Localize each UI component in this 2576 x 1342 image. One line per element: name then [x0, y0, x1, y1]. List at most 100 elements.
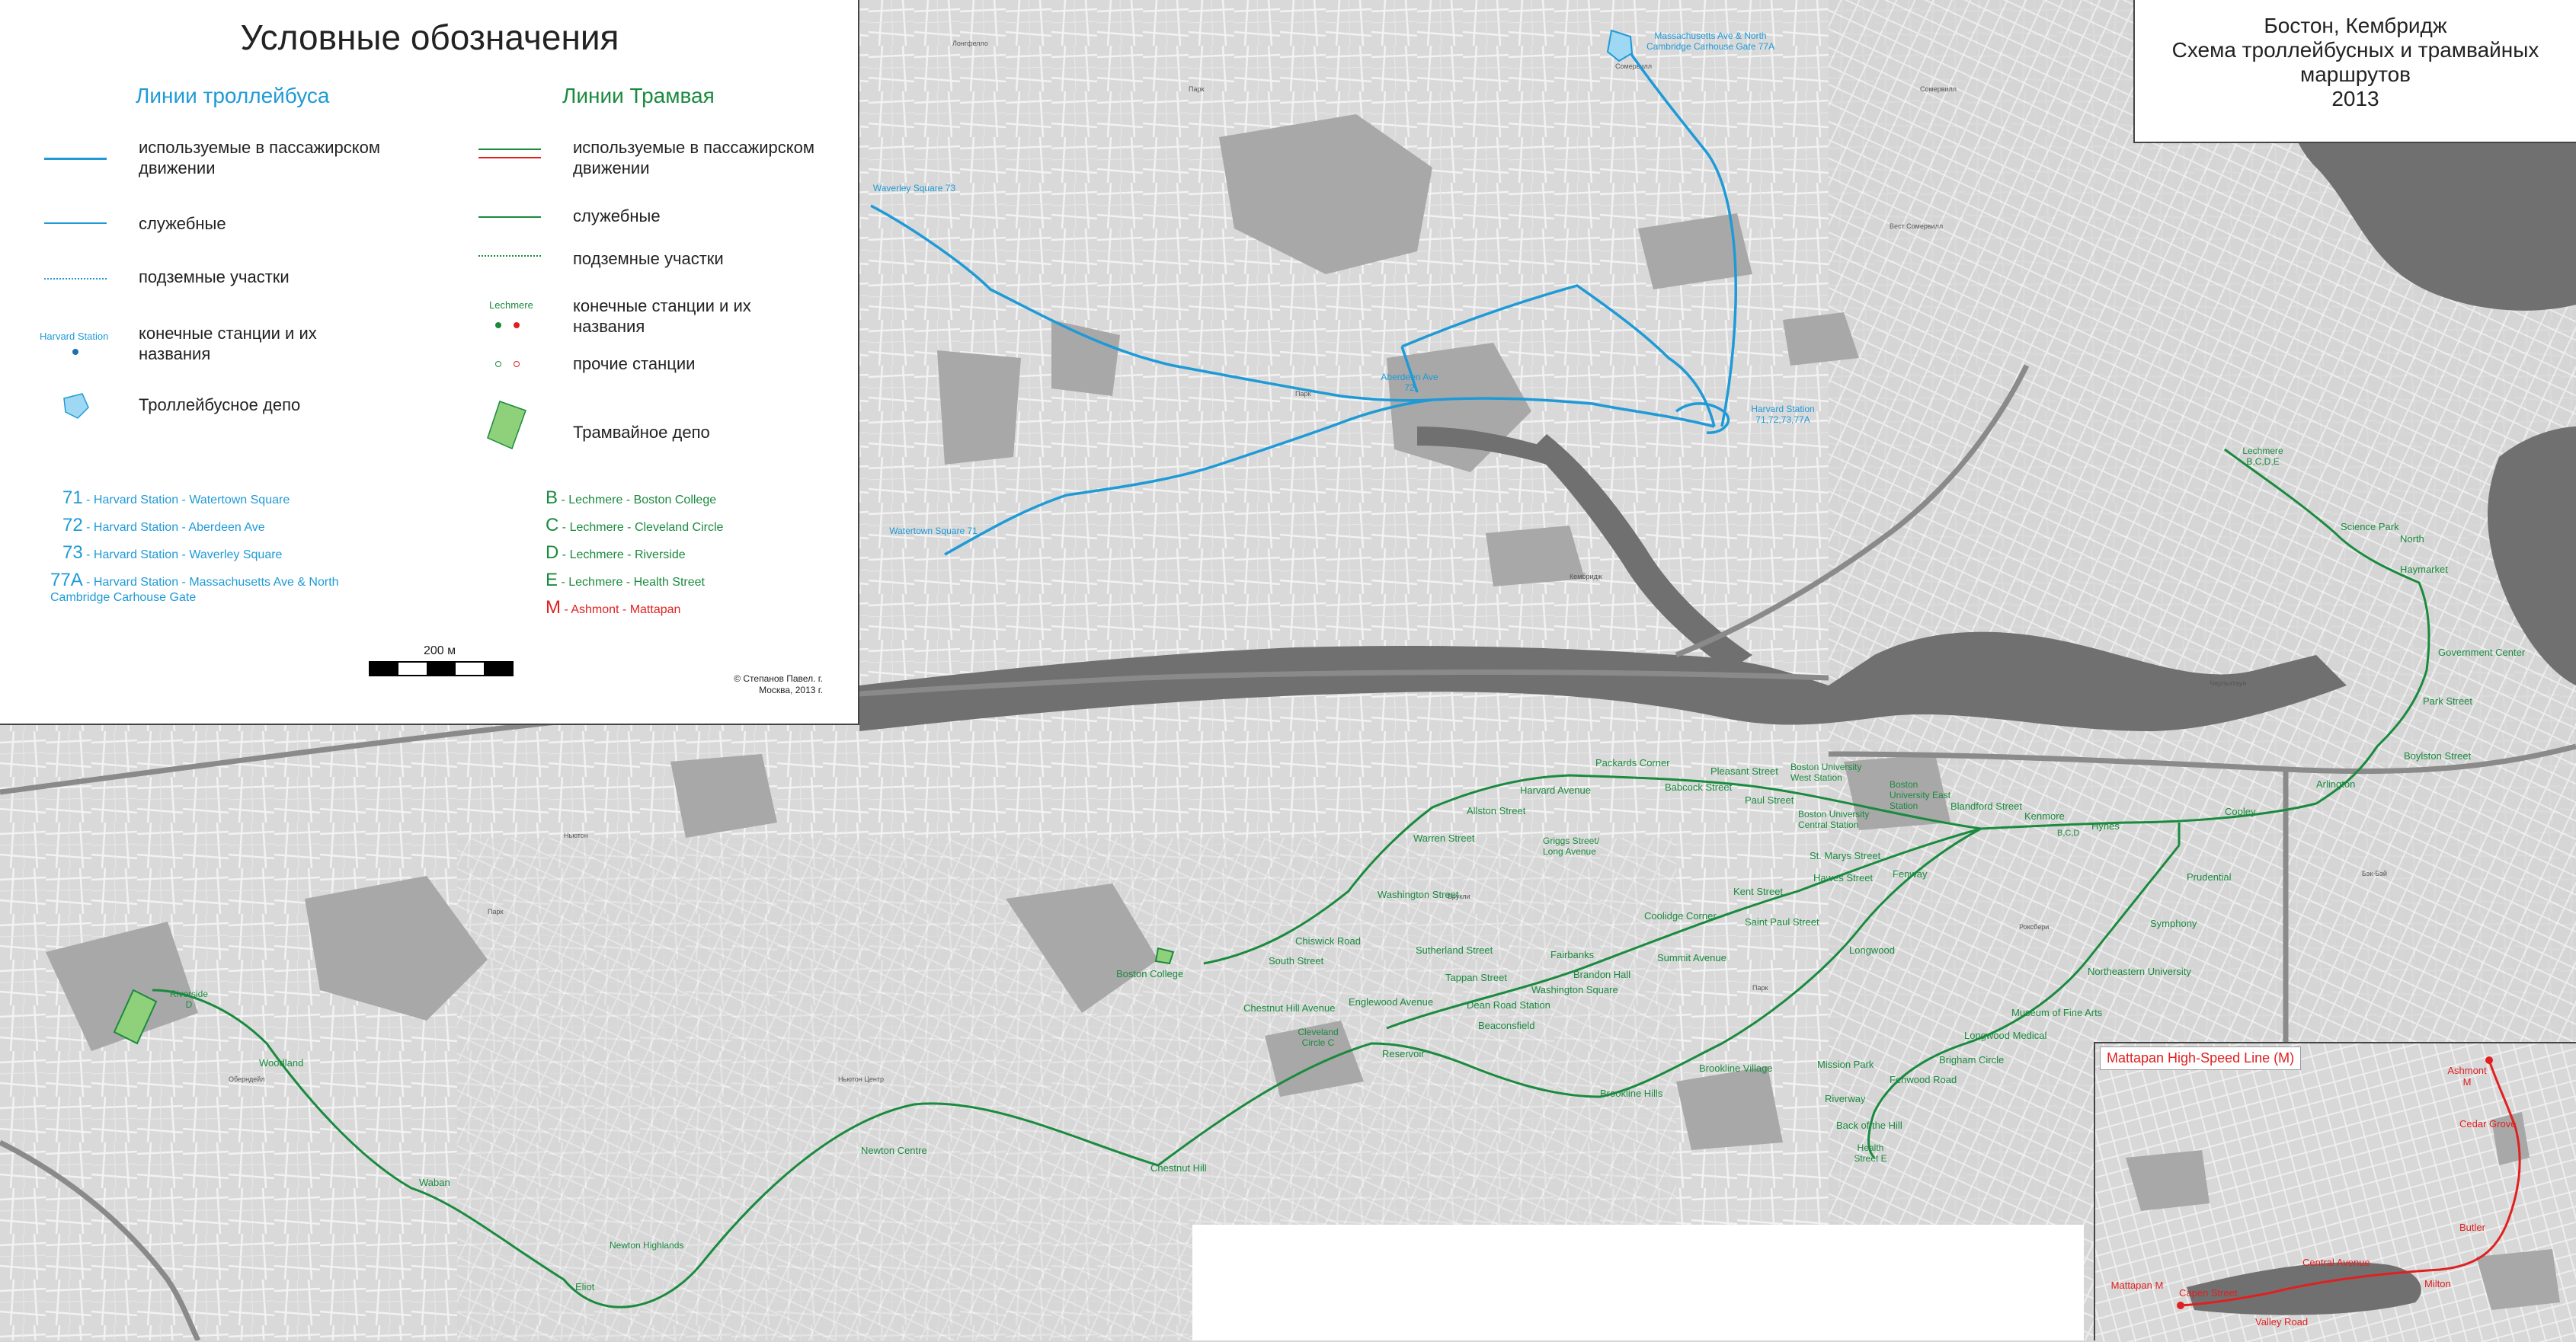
tram-station-label[interactable]: Griggs Street/ Long Avenue: [1543, 836, 1604, 857]
tram-station-label[interactable]: Riverway: [1825, 1093, 1865, 1104]
tram-station-label[interactable]: Saint Paul Street: [1745, 916, 1819, 928]
tram-station-label[interactable]: Hawes Street: [1813, 872, 1873, 883]
tram-station-label[interactable]: Copley: [2225, 806, 2255, 817]
tram-station-label[interactable]: Boston University West Station: [1790, 762, 1874, 783]
legend-mattapan-terminal-dot: [514, 322, 520, 328]
tram-route-row: D - Lechmere - Riverside: [546, 542, 686, 563]
tram-station-label[interactable]: Summit Avenue: [1657, 952, 1726, 963]
tram-station-label[interactable]: Boylston Street: [2404, 750, 2471, 762]
legend-trolley-terminal-dot: [72, 349, 78, 355]
tram-station-label[interactable]: Chestnut Hill: [1150, 1162, 1207, 1174]
tram-station-label[interactable]: Brookline Village: [1699, 1062, 1773, 1074]
legend-tram-heading: Линии Трамвая: [562, 84, 715, 107]
tram-station-label[interactable]: Newton Centre: [861, 1145, 927, 1156]
tram-station-label[interactable]: St. Marys Street: [1810, 850, 1880, 861]
tram-station-label[interactable]: Washington Square: [1531, 984, 1618, 995]
legend-tram-underground-line: [478, 255, 541, 257]
tram-station-label[interactable]: Kenmore: [2024, 810, 2065, 822]
tram-station-label[interactable]: Allston Street: [1467, 805, 1525, 816]
tram-station-label[interactable]: Longwood: [1849, 944, 1895, 956]
tram-station-label[interactable]: Sutherland Street: [1416, 944, 1493, 956]
tram-station-label[interactable]: Boston University East Station: [1890, 779, 1958, 811]
tram-station-label[interactable]: Cleveland Circle C: [1288, 1027, 1349, 1048]
tram-station-label[interactable]: Science Park: [2341, 521, 2399, 532]
tram-station-label[interactable]: Waban: [419, 1177, 450, 1188]
tram-station-label[interactable]: Arlington: [2316, 778, 2355, 790]
tram-station-label[interactable]: Reservoir: [1382, 1048, 1425, 1059]
mattapan-station-label[interactable]: Central Avenue: [2302, 1257, 2370, 1268]
legend-trolley-depot-text: Троллейбусное депо: [139, 395, 301, 414]
tram-station-label[interactable]: Beaconsfield: [1478, 1020, 1534, 1031]
title-line-2: Схема троллейбусных и трамвайных: [2171, 38, 2539, 62]
tram-station-label[interactable]: Coolidge Corner: [1644, 910, 1717, 922]
title-panel: Бостон, Кембридж Схема троллейбусных и т…: [2133, 0, 2576, 143]
tram-station-label[interactable]: Warren Street: [1413, 832, 1474, 844]
tram-station-label[interactable]: Newton Highlands: [610, 1240, 693, 1251]
mattapan-station-label[interactable]: Capen Street: [2179, 1287, 2238, 1299]
trolley-station-label[interactable]: Aberdeen Ave 72: [1375, 372, 1444, 393]
tram-station-label[interactable]: Haymarket: [2400, 564, 2448, 575]
tram-station-label[interactable]: Government Center: [2438, 647, 2525, 658]
mattapan-station-label[interactable]: Milton: [2424, 1278, 2451, 1289]
tram-station-label[interactable]: Chiswick Road: [1295, 935, 1361, 947]
tram-station-label[interactable]: Hynes: [2091, 820, 2120, 832]
tram-station-label[interactable]: Longwood Medical: [1964, 1030, 2046, 1041]
tram-station-label[interactable]: Prudential: [2187, 871, 2232, 883]
tram-station-label[interactable]: North: [2400, 533, 2424, 545]
trolley-station-label[interactable]: Massachusetts Ave & North Cambridge Carh…: [1638, 30, 1783, 52]
tram-station-label[interactable]: Fenway: [1893, 868, 1928, 880]
tram-station-label[interactable]: Back of the Hill: [1836, 1120, 1902, 1131]
tram-station-label[interactable]: Boston College: [1116, 968, 1183, 979]
mattapan-inset: Mattapan High-Speed Line (M) Ashmont M C…: [2094, 1042, 2576, 1342]
tram-station-label[interactable]: Washington Street: [1378, 889, 1458, 900]
tram-station-label[interactable]: Mission Park: [1817, 1059, 1874, 1070]
mattapan-station-label[interactable]: Ashmont M: [2444, 1065, 2490, 1088]
legend-panel: Условные обозначения Линии троллейбуса Л…: [0, 0, 859, 725]
tram-station-label[interactable]: Blandford Street: [1950, 800, 2022, 812]
tram-station-label[interactable]: Northeastern University: [2088, 966, 2191, 977]
tram-station-label[interactable]: Pleasant Street: [1710, 765, 1778, 777]
trolley-station-label[interactable]: Watertown Square 71: [884, 526, 983, 536]
tram-station-label[interactable]: Englewood Avenue: [1349, 996, 1433, 1008]
trolley-station-label[interactable]: Harvard Station 71,72,73,77A: [1737, 404, 1829, 425]
mattapan-station-label[interactable]: Cedar Grove: [2459, 1118, 2516, 1130]
tram-station-label[interactable]: Harvard Avenue: [1520, 784, 1591, 796]
tram-station-label[interactable]: Fairbanks: [1550, 949, 1594, 960]
tram-station-label[interactable]: Museum of Fine Arts: [2011, 1007, 2102, 1018]
tram-station-label[interactable]: Woodland: [259, 1057, 303, 1069]
tram-station-label[interactable]: Kent Street: [1733, 886, 1783, 897]
tram-station-label[interactable]: Fenwood Road: [1890, 1074, 1957, 1085]
tram-station-label[interactable]: Eliot: [575, 1281, 594, 1292]
tram-station-label[interactable]: Chestnut Hill Avenue: [1243, 1002, 1335, 1014]
tram-station-label[interactable]: Tappan Street: [1445, 972, 1507, 983]
tram-station-label[interactable]: Brandon Hall: [1573, 969, 1630, 980]
legend-tram-terminals-text: конечные станции и их названия: [573, 296, 751, 336]
legend-other-stations-text: прочие станции: [573, 354, 696, 373]
tram-station-label[interactable]: Park Street: [2423, 695, 2472, 707]
mattapan-station-label[interactable]: Valley Road: [2255, 1316, 2308, 1328]
tram-route-row: E - Lechmere - Health Street: [546, 570, 705, 590]
legend-tram-station-dot: [495, 361, 501, 367]
tram-station-label[interactable]: Paul Street: [1745, 794, 1794, 806]
tram-station-label[interactable]: Boston University Central Station: [1798, 809, 1882, 830]
tram-station-label[interactable]: Symphony: [2150, 918, 2197, 929]
trolley-station-label[interactable]: Waverley Square 73: [872, 183, 956, 193]
tram-station-label[interactable]: Lechmere B,C,D,E: [2232, 446, 2293, 467]
tram-station-label[interactable]: Riverside D: [166, 989, 212, 1010]
tram-station-label[interactable]: Packards Corner: [1595, 757, 1670, 768]
tram-station-label[interactable]: Dean Road Station: [1467, 999, 1550, 1011]
tram-station-label[interactable]: Health Street E: [1844, 1142, 1897, 1164]
title-line-1: Бостон, Кембридж: [2264, 14, 2447, 37]
tram-station-label[interactable]: Brigham Circle: [1939, 1054, 2004, 1066]
mattapan-station-label[interactable]: Mattapan M: [2110, 1280, 2164, 1291]
legend-tram-terminal-dot: [495, 322, 501, 328]
tram-station-label[interactable]: B,C,D: [2057, 829, 2079, 838]
tram-station-label[interactable]: Brookline Hills: [1600, 1088, 1662, 1099]
legend-trolley-terminal-sample: Harvard Station: [40, 331, 109, 342]
legend-tram-passenger-text: используемые в пассажирском движении: [573, 138, 815, 177]
tram-station-label[interactable]: Babcock Street: [1665, 781, 1732, 793]
tram-station-label[interactable]: South Street: [1269, 955, 1323, 967]
legend-trolley-service-line: [44, 222, 107, 224]
legend-mattapan-station-dot: [514, 361, 520, 367]
mattapan-station-label[interactable]: Butler: [2459, 1222, 2485, 1233]
